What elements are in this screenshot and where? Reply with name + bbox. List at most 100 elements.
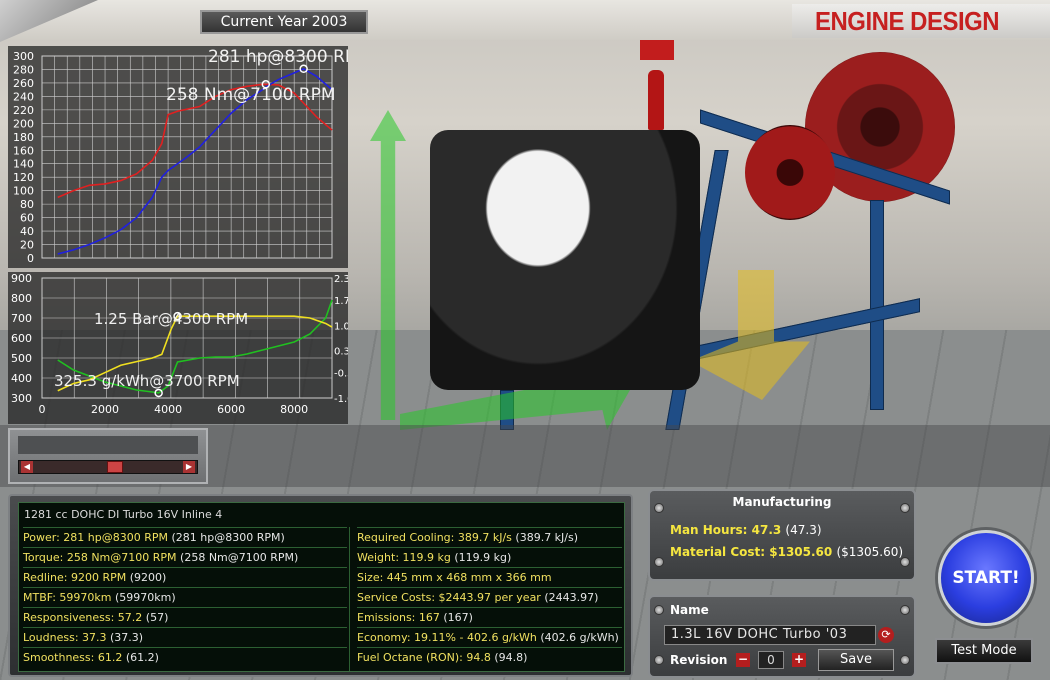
scroll-thumb[interactable] <box>107 461 123 473</box>
stat-value: Responsiveness: 57.2 <box>23 611 143 624</box>
stat-row-left: Torque: 258 Nm@7100 RPM (258 Nm@7100 RPM… <box>23 547 347 567</box>
peak-annotation: 281 hp@8300 RPM <box>208 47 348 67</box>
material-cost-paren: ($1305.60) <box>836 545 904 559</box>
stat-paren-value: (119.9 kg) <box>454 551 512 564</box>
stat-row-left: Loudness: 37.3 (37.3) <box>23 627 347 647</box>
revision-decrement-button[interactable]: − <box>736 653 750 667</box>
stat-paren-value: (167) <box>443 611 473 624</box>
boost-economy-chart-svg: 300 400 500 600 700 800 900 -1.0 -0.3 0.3 1.0 1.7 2.… <box>11 272 354 416</box>
y-tick-label: 60 <box>20 212 34 225</box>
y-tick-label: 120 <box>13 171 34 184</box>
stat-value: Emissions: 167 <box>357 611 440 624</box>
revision-value: 0 <box>758 651 784 669</box>
revision-label: Revision <box>670 653 728 667</box>
stat-row-right: Size: 445 mm x 468 mm x 366 mm <box>357 567 622 587</box>
y-tick-label: 900 <box>11 272 32 285</box>
manufacturing-title: Manufacturing <box>732 495 832 509</box>
scroll-left-button[interactable]: ◀ <box>21 461 33 473</box>
power-torque-chart-svg: 0204060801001201401601802002202402602803… <box>13 47 370 265</box>
stat-row-left: Power: 281 hp@8300 RPM (281 hp@8300 RPM) <box>23 527 347 547</box>
y-tick-label: 300 <box>11 392 32 405</box>
randomize-name-button[interactable]: ⟳ <box>878 627 894 643</box>
stat-value: MTBF: 59970km <box>23 591 112 604</box>
revision-increment-button[interactable]: + <box>792 653 806 667</box>
x-tick-label: 8000 <box>280 403 308 416</box>
stat-row-right: Emissions: 167 (167) <box>357 607 622 627</box>
test-mode-button[interactable]: Test Mode <box>935 638 1033 664</box>
y-tick-label: 600 <box>11 332 32 345</box>
material-cost-value: Material Cost: $1305.60 <box>670 545 833 559</box>
man-hours-stat: Man Hours: 47.3 (47.3) <box>670 523 822 537</box>
y-tick-label: 280 <box>13 63 34 76</box>
stat-value: Economy: 19.11% - 402.6 g/kWh <box>357 631 537 644</box>
stat-paren-value: (9200) <box>129 571 167 584</box>
manufacturing-panel: Manufacturing Man Hours: 47.3 (47.3) Mat… <box>648 489 916 581</box>
y-tick-label: 160 <box>13 144 34 157</box>
y-tick-label: 200 <box>13 117 34 130</box>
y-tick-label: 400 <box>11 372 32 385</box>
y2-tick-label: 1.7 <box>334 296 348 307</box>
stat-paren-value: (389.7 kJ/s) <box>515 531 579 544</box>
stat-value: Torque: 258 Nm@7100 RPM <box>23 551 177 564</box>
man-hours-value: Man Hours: 47.3 <box>670 523 782 537</box>
annotation-label: 1.25 Bar@4300 RPM <box>94 310 248 328</box>
stat-value: Fuel Octane (RON): 94.8 <box>357 651 491 664</box>
stat-paren-value: (61.2) <box>125 651 159 664</box>
y-tick-label: 20 <box>20 239 34 252</box>
stat-paren-value: (402.6 g/kWh) <box>540 631 619 644</box>
engine-stats-table: 1281 cc DOHC DI Turbo 16V Inline 4 Power… <box>18 502 625 672</box>
save-button[interactable]: Save <box>818 649 894 671</box>
refresh-icon: ⟳ <box>881 628 891 641</box>
annotation-label: 325.3 g/kWh@3700 RPM <box>54 372 240 390</box>
y-tick-label: 40 <box>20 225 34 238</box>
y2-tick-label: -0.3 <box>334 369 348 380</box>
stat-row-right: Fuel Octane (RON): 94.8 (94.8) <box>357 647 622 667</box>
y-tick-label: 100 <box>13 185 34 198</box>
y-tick-label: 700 <box>11 312 32 325</box>
stat-paren-value: (59970km) <box>115 591 176 604</box>
stat-paren-value: (37.3) <box>110 631 144 644</box>
start-button[interactable]: START! <box>938 530 1034 626</box>
dyno-wheel-image <box>745 125 835 220</box>
stat-value: Required Cooling: 389.7 kJ/s <box>357 531 512 544</box>
stat-paren-value: (2443.97) <box>544 591 599 604</box>
fire-extinguisher-image <box>648 70 664 130</box>
y-tick-label: 260 <box>13 77 34 90</box>
y2-tick-label: -1.0 <box>334 394 348 405</box>
stat-value: Redline: 9200 RPM <box>23 571 127 584</box>
name-label: Name <box>670 603 709 617</box>
stat-row-right: Economy: 19.11% - 402.6 g/kWh (402.6 g/k… <box>357 627 622 647</box>
y-tick-label: 0 <box>27 252 34 265</box>
stat-value: Power: 281 hp@8300 RPM <box>23 531 168 544</box>
stat-paren-value: (281 hp@8300 RPM) <box>171 531 285 544</box>
current-year-label: Current Year 2003 <box>200 10 368 34</box>
scrollbar-track[interactable]: ◀ ▶ <box>18 460 198 474</box>
material-cost-stat: Material Cost: $1305.60 ($1305.60) <box>670 545 903 559</box>
y-tick-label: 180 <box>13 131 34 144</box>
engine-model-image <box>430 130 700 390</box>
boost-economy-chart: 300 400 500 600 700 800 900 -1.0 -0.3 0.3 1.0 1.7 2.… <box>8 272 354 424</box>
scroll-right-button[interactable]: ▶ <box>183 461 195 473</box>
engine-name-input[interactable]: 1.3L 16V DOHC Turbo '03 <box>664 625 876 645</box>
y-tick-label: 80 <box>20 198 34 211</box>
page-title: ENGINE DESIGN <box>815 6 1000 36</box>
stat-row-left: Responsiveness: 57.2 (57) <box>23 607 347 627</box>
x-tick-label: 4000 <box>154 403 182 416</box>
stat-value: Service Costs: $2443.97 per year <box>357 591 541 604</box>
y2-tick-label: 1.0 <box>334 321 348 332</box>
x-tick-label: 6000 <box>217 403 245 416</box>
y-tick-label: 800 <box>11 292 32 305</box>
stat-paren-value: (258 Nm@7100 RPM) <box>180 551 299 564</box>
engine-description: 1281 cc DOHC DI Turbo 16V Inline 4 <box>24 508 223 521</box>
y-tick-label: 220 <box>13 104 34 117</box>
y-tick-label: 500 <box>11 352 32 365</box>
stat-value: Weight: 119.9 kg <box>357 551 451 564</box>
stat-row-left: Smoothness: 61.2 (61.2) <box>23 647 347 667</box>
stat-paren-value: (94.8) <box>494 651 528 664</box>
engine-stats-panel: 1281 cc DOHC DI Turbo 16V Inline 4 Power… <box>8 494 633 677</box>
y-tick-label: 140 <box>13 158 34 171</box>
y-tick-label: 240 <box>13 90 34 103</box>
stat-row-right: Required Cooling: 389.7 kJ/s (389.7 kJ/s… <box>357 527 622 547</box>
stat-row-left: Redline: 9200 RPM (9200) <box>23 567 347 587</box>
y2-tick-label: 2.3 <box>334 274 348 285</box>
